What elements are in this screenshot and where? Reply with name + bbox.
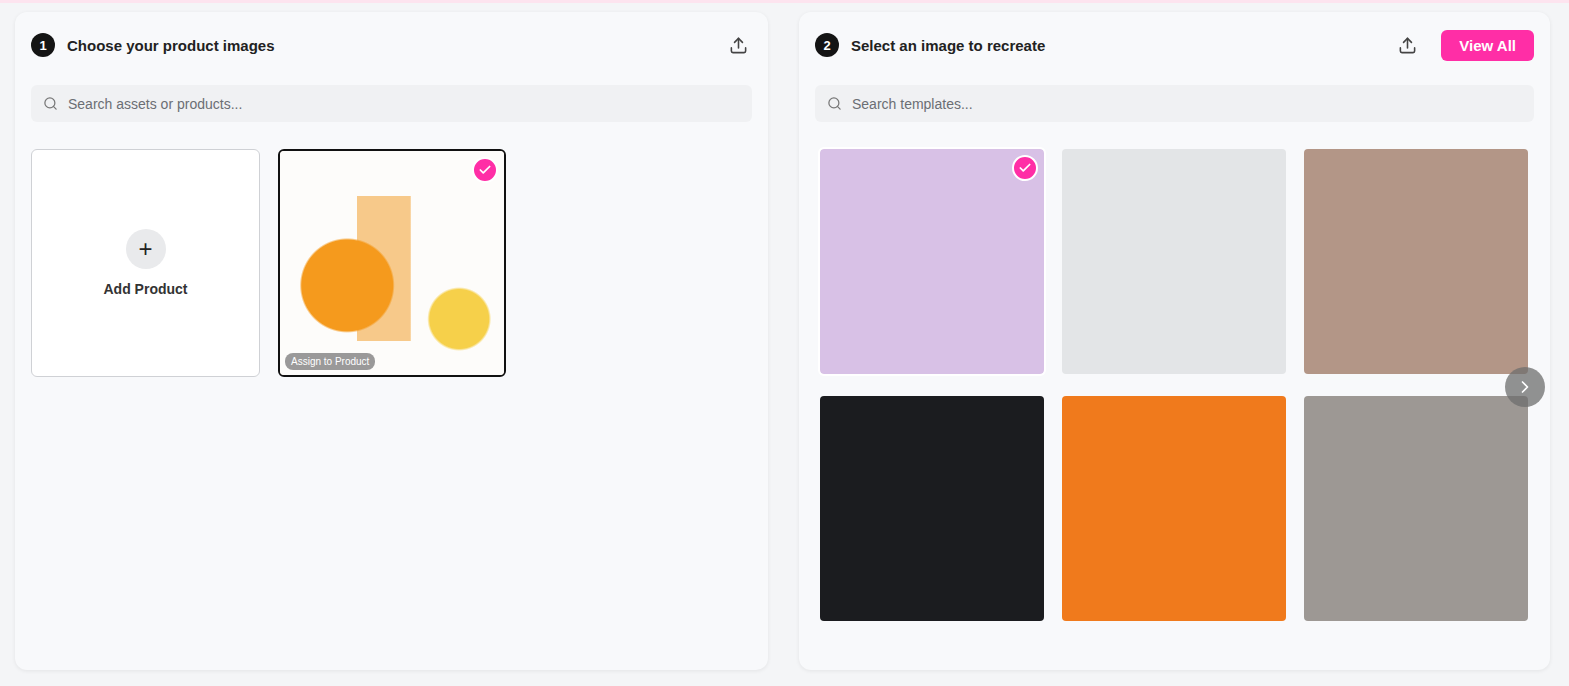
step-badge: 2 — [815, 33, 839, 57]
step-badge: 1 — [31, 33, 55, 57]
search-field[interactable] — [31, 85, 752, 122]
add-product-label: Add Product — [104, 281, 188, 297]
check-icon — [472, 157, 498, 183]
next-button[interactable] — [1505, 367, 1545, 407]
template-tile[interactable] — [1062, 149, 1286, 374]
panel-header: 1 Choose your product images — [31, 29, 752, 61]
template-tile[interactable] — [1304, 396, 1528, 621]
template-tile[interactable] — [820, 149, 1044, 374]
upload-icon — [729, 36, 748, 55]
template-grid — [815, 149, 1534, 621]
search-icon — [43, 96, 58, 111]
plus-icon: + — [126, 229, 166, 269]
search-field[interactable] — [815, 85, 1534, 122]
product-image — [280, 151, 504, 375]
chevron-right-icon — [1515, 377, 1535, 397]
page: 1 Choose your product images + Add Product A… — [0, 0, 1569, 686]
search-input[interactable] — [66, 95, 740, 113]
assign-badge[interactable]: Assign to Product — [285, 353, 375, 370]
add-product-card[interactable]: + Add Product — [31, 149, 260, 377]
check-icon — [1012, 155, 1038, 181]
product-list: + Add Product Assign to Product — [31, 149, 752, 377]
panel-title: Choose your product images — [67, 37, 713, 54]
search-icon — [827, 96, 842, 111]
product-panel: 1 Choose your product images + Add Product A… — [15, 12, 768, 670]
upload-icon — [1398, 36, 1417, 55]
template-tile[interactable] — [1062, 396, 1286, 621]
panel-header: 2 Select an image to recreate View All — [815, 29, 1534, 61]
view-all-button[interactable]: View All — [1441, 30, 1534, 61]
panel-title: Select an image to recreate — [851, 37, 1382, 54]
template-tile[interactable] — [1304, 149, 1528, 374]
upload-button[interactable] — [725, 32, 752, 59]
search-input[interactable] — [850, 95, 1522, 113]
template-tile[interactable] — [820, 396, 1044, 621]
template-panel: 2 Select an image to recreate View All — [799, 12, 1550, 670]
upload-button[interactable] — [1394, 32, 1421, 59]
product-card[interactable]: Assign to Product — [278, 149, 506, 377]
